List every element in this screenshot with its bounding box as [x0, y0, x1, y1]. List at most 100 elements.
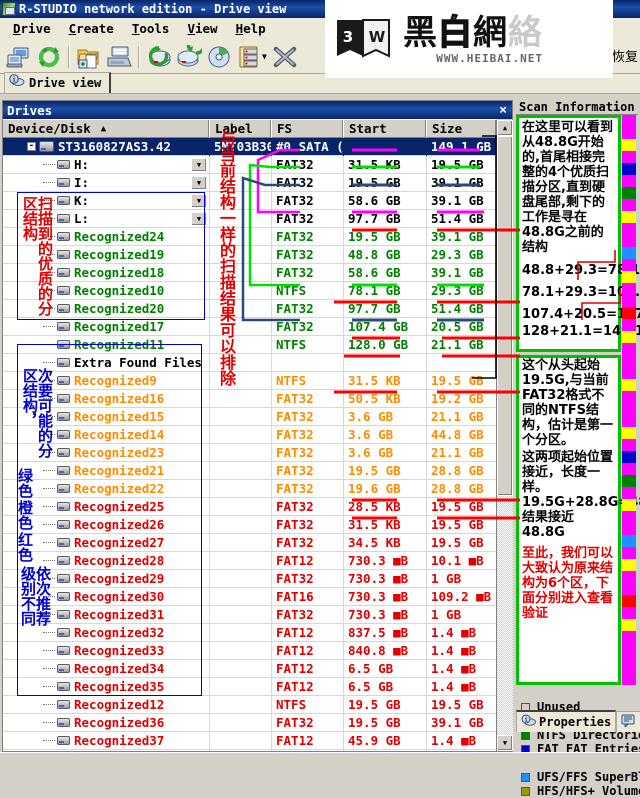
refresh-icon[interactable] — [35, 43, 63, 71]
properties-icon: i — [521, 714, 536, 730]
drive-list-icon[interactable] — [235, 43, 263, 71]
cell-label — [210, 623, 272, 642]
scan-icon[interactable] — [145, 43, 173, 71]
disk-map-block — [622, 559, 636, 571]
annotation-group-box-green — [17, 192, 205, 320]
disk-map-block — [622, 655, 636, 667]
scrollbar-thumb[interactable] — [497, 136, 513, 496]
column-header-fs[interactable]: FS — [272, 119, 344, 138]
cell-fs: FAT32 — [272, 515, 344, 534]
disk-icon — [57, 178, 70, 187]
table-row[interactable]: -ST3160827AS3.425MT03B30#0 SATA (0:0)149… — [3, 138, 512, 156]
cell-fs: FAT12 — [272, 641, 344, 660]
cell-fs: FAT12 — [272, 623, 344, 642]
window-title: R-STUDIO network edition - Drive view — [19, 2, 287, 16]
save-image-icon[interactable] — [105, 43, 133, 71]
cell-start: 19.5 GB — [344, 461, 427, 480]
tab-drive-view-label: Drive view — [29, 75, 102, 90]
cell-start: 3.6 GB — [344, 407, 427, 426]
scroll-down-button[interactable]: ▼ — [497, 735, 513, 751]
tab-properties[interactable]: i Properties — [516, 710, 617, 732]
table-row[interactable]: Recognized36 FAT32 19.5 GB 39.1 GB — [3, 713, 512, 732]
cell-start: 19.6 GB — [344, 479, 427, 498]
cell-size: 1.4 ■B — [427, 749, 497, 751]
row-dropdown-button[interactable]: ▼ — [191, 157, 207, 172]
tab-drive-view[interactable]: i Drive view — [4, 72, 112, 93]
column-header-size[interactable]: Size — [427, 119, 497, 138]
table-row[interactable]: H: ▼ FAT32 31.5 KB 19.5 GB — [3, 155, 512, 174]
cell-size: 21.1 GB — [427, 407, 497, 426]
cell-size: 51.4 GB — [427, 209, 497, 228]
menu-item-create[interactable]: Create — [60, 19, 123, 38]
tab-properties-label: Properties — [539, 715, 612, 729]
open-image-icon[interactable] — [75, 43, 103, 71]
cell-size: 19.5 GB — [427, 533, 497, 552]
cell-fs: FAT32 — [272, 407, 344, 426]
menu-item-drive[interactable]: DDriverive — [4, 19, 60, 38]
cell-start: 19.5 GB — [344, 227, 427, 246]
disk-map-block — [622, 235, 636, 247]
menu-item-view[interactable]: View — [178, 19, 226, 38]
disk-map-block — [622, 223, 636, 235]
disk-map-block — [622, 415, 636, 427]
disk-map-block — [622, 607, 636, 619]
watermark-char-3: 網 — [473, 12, 508, 53]
cell-size: 1 GB — [427, 569, 497, 588]
scrollbar-track[interactable] — [497, 136, 513, 735]
cell-device-label: Recognized37 — [74, 732, 165, 748]
legend-label: UFS/FFS SuperBl — [537, 770, 640, 784]
cell-size: 1.4 ■B — [427, 641, 497, 660]
cell-size: 1.4 ■B — [427, 731, 497, 750]
disk-map-block — [622, 247, 636, 259]
tree-connector-line — [43, 704, 55, 705]
column-header-device[interactable]: Device/Disk ▲ — [3, 119, 210, 138]
cell-label — [210, 479, 272, 498]
cell-device-label: Recognized36 — [74, 714, 165, 730]
table-row[interactable]: Recognized17 FAT32 107.4 GB 20.5 GB — [3, 317, 512, 336]
drive-view-icon: i — [9, 74, 25, 91]
connect-to-computer-icon[interactable] — [5, 43, 33, 71]
disk-map-block — [622, 199, 636, 211]
tree-expander-icon[interactable]: - — [27, 142, 36, 151]
stop-icon[interactable] — [271, 43, 299, 71]
svg-text:i: i — [12, 77, 16, 84]
cell-fs: FAT32 — [272, 497, 344, 516]
disk-map-block — [622, 355, 636, 367]
disk-map-block — [622, 175, 636, 187]
scroll-up-button[interactable]: ▲ — [497, 120, 513, 136]
cell-label — [210, 569, 272, 588]
disk-map-block — [622, 631, 636, 643]
row-dropdown-button[interactable]: ▼ — [191, 175, 207, 190]
cell-size: 44.8 GB — [427, 425, 497, 444]
tree-connector-line — [43, 182, 55, 183]
cell-start: 840.8 ■B — [344, 641, 427, 660]
cell-fs: FAT32 — [272, 605, 344, 624]
table-row[interactable]: Recognized37 FAT12 45.9 GB 1.4 ■B — [3, 731, 512, 750]
table-row[interactable]: Recognized12 NTFS 19.5 GB 19.5 GB — [3, 695, 512, 714]
cell-fs — [272, 353, 344, 372]
calc-line-3: 107.4+20.5=127.9 — [522, 307, 640, 322]
disk-map-block — [622, 403, 636, 415]
drives-vertical-scrollbar[interactable]: ▲ ▼ — [496, 120, 513, 751]
cell-start: 107.4 GB — [344, 317, 427, 336]
close-icon[interactable]: × — [499, 103, 507, 118]
table-row[interactable]: I: ▼ FAT32 19.5 GB 39.1 GB — [3, 173, 512, 192]
menu-item-tools[interactable]: Tools — [123, 19, 179, 38]
drives-panel-title: Drives — [7, 102, 53, 118]
disk-map-block — [622, 427, 636, 439]
cell-size: 19.5 GB — [427, 371, 497, 390]
column-header-start[interactable]: Start — [344, 119, 427, 138]
calc-line-4: 128+21.1=149.1 — [522, 324, 640, 339]
cell-start: 58.6 GB — [344, 191, 427, 210]
cell-fs: FAT12 — [272, 659, 344, 678]
cd-icon[interactable] — [205, 43, 233, 71]
cell-start: 31.5 KB — [344, 155, 427, 174]
table-row[interactable]: Recognized38 FAT1245.9 GB1.4 ■B — [3, 749, 512, 751]
annotation-group-box-orange — [17, 344, 202, 696]
menu-item-help[interactable]: Help — [227, 19, 275, 38]
recover-icon[interactable] — [175, 43, 203, 71]
tab-scan-information[interactable]: S — [616, 711, 640, 732]
cell-label — [210, 605, 272, 624]
